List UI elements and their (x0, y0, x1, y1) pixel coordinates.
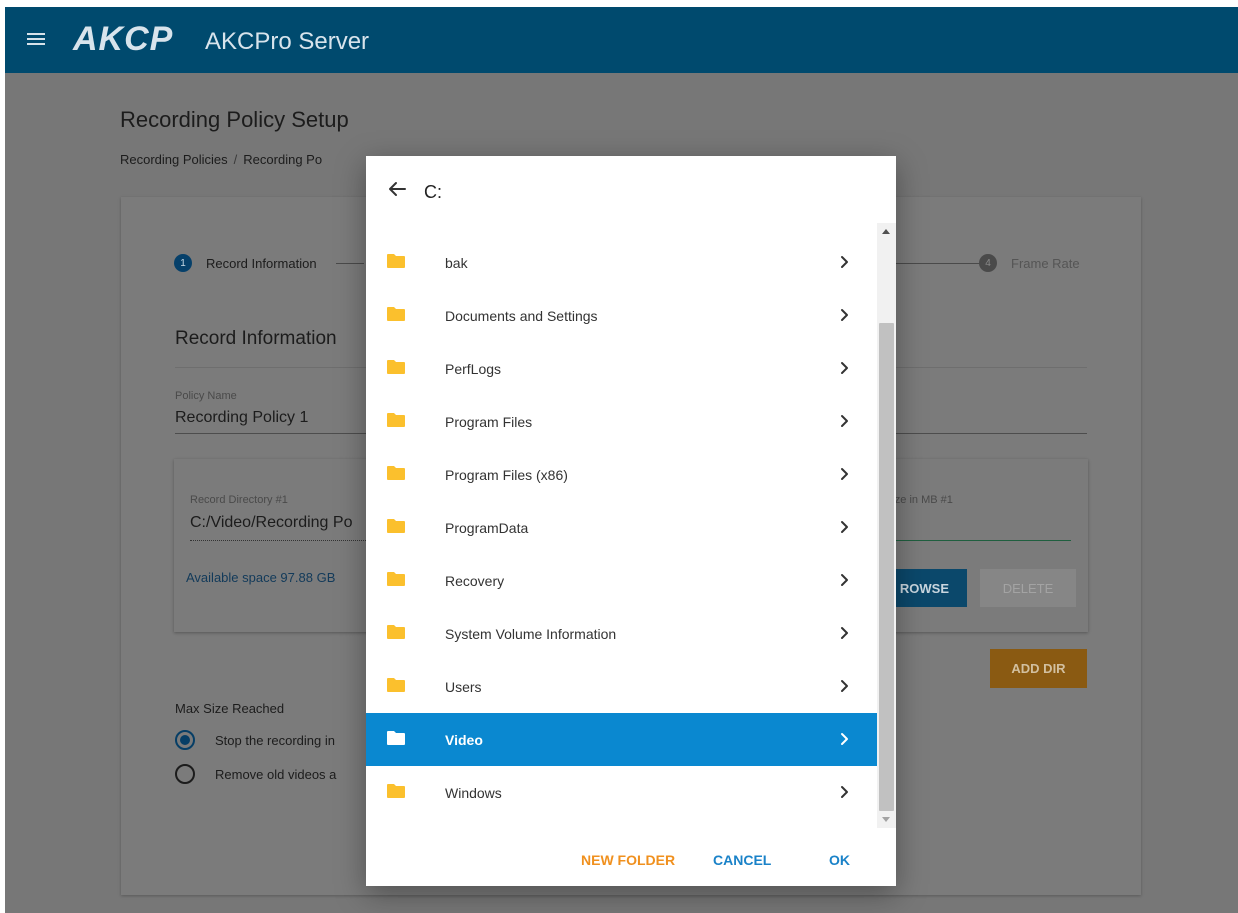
folder-name: System Volume Information (445, 625, 617, 642)
step-record-information[interactable]: 1 Record Information (174, 254, 317, 272)
new-folder-button[interactable]: NEW FOLDER (581, 852, 675, 868)
max-size-label: Max Size Reached (175, 701, 285, 716)
folder-icon (387, 678, 405, 692)
chevron-right-icon[interactable] (840, 467, 849, 481)
folder-name: PerfLogs (445, 360, 502, 377)
folder-name: Program Files (445, 413, 533, 430)
folder-icon (387, 360, 405, 374)
record-directory-label: Record Directory #1 (190, 494, 288, 506)
folder-icon (387, 254, 405, 268)
folder-icon (387, 466, 405, 480)
folder-icon (387, 784, 405, 798)
folder-name: ProgramData (445, 519, 529, 536)
dialog-header: C: (366, 156, 896, 220)
scrollbar-thumb[interactable] (879, 323, 894, 811)
top-app-bar: AKCP AKCPro Server (5, 7, 1238, 73)
folder-name: bak (445, 254, 468, 271)
folder-list: bak Documents and Settings PerfLogs Program… (366, 236, 877, 819)
breadcrumb-item-recording-policies[interactable]: Recording Policies (120, 152, 228, 167)
chevron-right-icon[interactable] (840, 679, 849, 693)
scroll-down-arrow-icon[interactable] (882, 817, 890, 822)
folder-name: Program Files (x86) (445, 466, 568, 483)
folder-icon (387, 307, 405, 321)
chevron-right-icon[interactable] (840, 573, 849, 587)
input-underline (190, 540, 390, 541)
dialog-actions: NEW FOLDER CANCEL OK (366, 844, 896, 878)
folder-name: Windows (445, 784, 502, 801)
folder-row-selected[interactable]: Video (366, 713, 877, 766)
app-title: AKCPro Server (205, 28, 370, 55)
breadcrumb-item-current: Recording Po (243, 152, 323, 167)
radio-option-stop-recording[interactable]: Stop the recording in (175, 730, 335, 750)
policy-name-input[interactable]: Recording Policy 1 (175, 409, 308, 427)
breadcrumb-separator: / (233, 152, 238, 167)
chevron-right-icon[interactable] (840, 255, 849, 269)
step-connector (891, 263, 981, 264)
chevron-right-icon[interactable] (840, 361, 849, 375)
step-connector (336, 263, 364, 264)
ok-button[interactable]: OK (829, 852, 850, 868)
chevron-right-icon[interactable] (840, 308, 849, 322)
step-label: Record Information (206, 255, 317, 271)
folder-row[interactable]: Users (366, 660, 877, 713)
folder-row[interactable]: Recovery (366, 554, 877, 607)
chevron-right-icon[interactable] (840, 414, 849, 428)
policy-name-label: Policy Name (175, 390, 237, 402)
page-title: Recording Policy Setup (120, 107, 349, 132)
folder-icon (387, 519, 405, 533)
radio-option-remove-old-videos[interactable]: Remove old videos a (175, 764, 336, 784)
menu-icon[interactable] (27, 33, 45, 46)
folder-name: Video (445, 731, 483, 748)
input-underline (885, 540, 1071, 541)
folder-row[interactable]: Program Files (x86) (366, 448, 877, 501)
chevron-right-icon[interactable] (840, 785, 849, 799)
step-label: Frame Rate (1011, 255, 1080, 271)
folder-name: Recovery (445, 572, 505, 589)
folder-row[interactable]: Windows (366, 766, 877, 819)
folder-name: Users (445, 678, 482, 695)
chevron-right-icon[interactable] (840, 520, 849, 534)
chevron-right-icon[interactable] (840, 626, 849, 640)
folder-row[interactable]: Documents and Settings (366, 289, 877, 342)
cancel-button[interactable]: CANCEL (713, 852, 771, 868)
add-dir-button[interactable]: ADD DIR (990, 649, 1087, 688)
section-title: Record Information (175, 328, 337, 349)
folder-icon (387, 731, 405, 745)
step-number-badge: 1 (174, 254, 192, 272)
akcp-logo: AKCP (73, 20, 174, 58)
folder-row[interactable]: bak (366, 236, 877, 289)
record-directory-input[interactable]: C:/Video/Recording Po (190, 514, 352, 532)
folder-name: Documents and Settings (445, 307, 598, 324)
folder-row[interactable]: ProgramData (366, 501, 877, 554)
radio-label: Stop the recording in (215, 732, 335, 748)
radio-button-checked[interactable] (175, 730, 195, 750)
current-path: C: (424, 182, 442, 202)
scrollbar[interactable] (877, 223, 896, 828)
back-arrow-icon[interactable] (386, 178, 408, 200)
radio-button[interactable] (175, 764, 195, 784)
chevron-right-icon[interactable] (840, 732, 849, 746)
folder-picker-dialog: C: bak Documents and Settings PerfLogs Prog… (366, 156, 896, 886)
folder-row[interactable]: PerfLogs (366, 342, 877, 395)
breadcrumb: Recording Policies / Recording Po (120, 152, 322, 167)
available-space-text: Available space 97.88 GB (186, 570, 336, 585)
app-window: AKCP AKCPro Server Recording Policy Setu… (5, 7, 1238, 913)
folder-row[interactable]: System Volume Information (366, 607, 877, 660)
radio-label: Remove old videos a (215, 766, 337, 782)
step-frame-rate[interactable]: 4 Frame Rate (979, 254, 1080, 272)
folder-icon (387, 413, 405, 427)
scroll-up-arrow-icon[interactable] (882, 229, 890, 234)
folder-row[interactable]: Program Files (366, 395, 877, 448)
folder-icon (387, 572, 405, 586)
step-number-badge: 4 (979, 254, 997, 272)
delete-button[interactable]: DELETE (980, 569, 1076, 607)
folder-icon (387, 625, 405, 639)
